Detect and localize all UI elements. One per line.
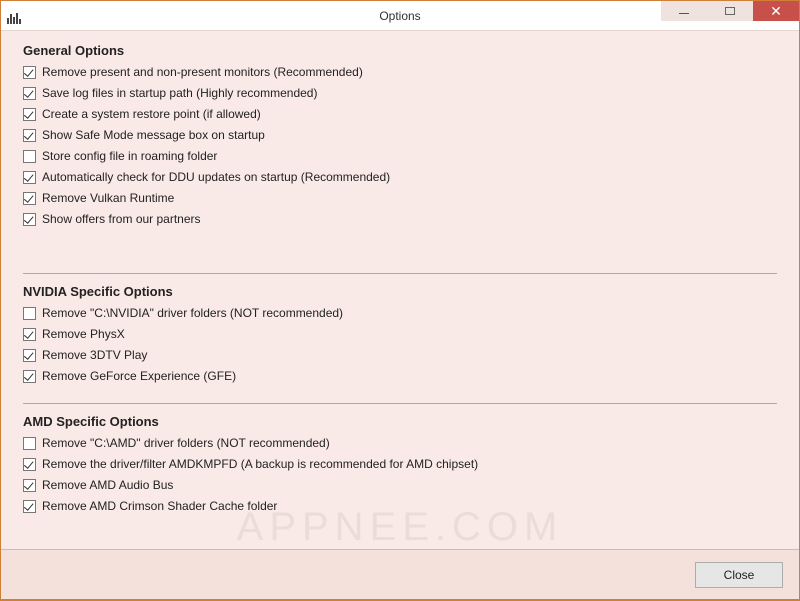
maximize-button[interactable] xyxy=(707,1,753,21)
checkbox[interactable] xyxy=(23,349,36,362)
checkbox[interactable] xyxy=(23,370,36,383)
content-area: General Options Remove present and non-p… xyxy=(1,31,799,549)
option-label: Remove AMD Crimson Shader Cache folder xyxy=(42,499,277,513)
amd-option-row: Remove the driver/filter AMDKMPFD (A bac… xyxy=(23,455,777,473)
option-label: Remove "C:\NVIDIA" driver folders (NOT r… xyxy=(42,306,343,320)
amd-options-list: Remove "C:\AMD" driver folders (NOT reco… xyxy=(23,434,777,515)
window-controls: ✕ xyxy=(661,1,799,21)
footer-bar: Close xyxy=(1,549,799,599)
option-label: Show Safe Mode message box on startup xyxy=(42,128,265,142)
general-option-row: Save log files in startup path (Highly r… xyxy=(23,84,777,102)
nvidia-option-row: Remove 3DTV Play xyxy=(23,346,777,364)
option-label: Remove "C:\AMD" driver folders (NOT reco… xyxy=(42,436,330,450)
nvidia-option-row: Remove PhysX xyxy=(23,325,777,343)
amd-option-row: Remove "C:\AMD" driver folders (NOT reco… xyxy=(23,434,777,452)
nvidia-option-row: Remove "C:\NVIDIA" driver folders (NOT r… xyxy=(23,304,777,322)
nvidia-options-heading: NVIDIA Specific Options xyxy=(23,284,777,299)
checkbox[interactable] xyxy=(23,171,36,184)
app-icon xyxy=(7,8,27,24)
checkbox[interactable] xyxy=(23,108,36,121)
divider xyxy=(23,273,777,274)
option-label: Remove the driver/filter AMDKMPFD (A bac… xyxy=(42,457,478,471)
checkbox[interactable] xyxy=(23,66,36,79)
close-icon: ✕ xyxy=(770,4,782,18)
checkbox[interactable] xyxy=(23,87,36,100)
general-option-row: Remove Vulkan Runtime xyxy=(23,189,777,207)
titlebar: Options ✕ xyxy=(1,1,799,31)
minimize-button[interactable] xyxy=(661,1,707,21)
checkbox[interactable] xyxy=(23,192,36,205)
option-label: Remove AMD Audio Bus xyxy=(42,478,173,492)
checkbox[interactable] xyxy=(23,328,36,341)
general-option-row: Show Safe Mode message box on startup xyxy=(23,126,777,144)
general-option-row: Show offers from our partners xyxy=(23,210,777,228)
checkbox[interactable] xyxy=(23,129,36,142)
option-label: Remove present and non-present monitors … xyxy=(42,65,363,79)
nvidia-option-row: Remove GeForce Experience (GFE) xyxy=(23,367,777,385)
option-label: Store config file in roaming folder xyxy=(42,149,217,163)
option-label: Automatically check for DDU updates on s… xyxy=(42,170,390,184)
general-option-row: Remove present and non-present monitors … xyxy=(23,63,777,81)
amd-option-row: Remove AMD Crimson Shader Cache folder xyxy=(23,497,777,515)
general-option-row: Automatically check for DDU updates on s… xyxy=(23,168,777,186)
window-close-button[interactable]: ✕ xyxy=(753,1,799,21)
options-window: Options ✕ General Options Remove present… xyxy=(1,1,799,599)
close-button-label: Close xyxy=(724,568,755,582)
maximize-icon xyxy=(725,7,735,15)
general-option-row: Create a system restore point (if allowe… xyxy=(23,105,777,123)
checkbox[interactable] xyxy=(23,150,36,163)
minimize-icon xyxy=(679,13,689,14)
checkbox[interactable] xyxy=(23,213,36,226)
option-label: Save log files in startup path (Highly r… xyxy=(42,86,317,100)
divider xyxy=(23,403,777,404)
close-button[interactable]: Close xyxy=(695,562,783,588)
general-options-list: Remove present and non-present monitors … xyxy=(23,63,777,228)
option-label: Remove PhysX xyxy=(42,327,125,341)
general-options-heading: General Options xyxy=(23,43,777,58)
checkbox[interactable] xyxy=(23,437,36,450)
checkbox[interactable] xyxy=(23,500,36,513)
option-label: Remove 3DTV Play xyxy=(42,348,147,362)
option-label: Show offers from our partners xyxy=(42,212,201,226)
amd-options-heading: AMD Specific Options xyxy=(23,414,777,429)
checkbox[interactable] xyxy=(23,479,36,492)
option-label: Remove GeForce Experience (GFE) xyxy=(42,369,236,383)
checkbox[interactable] xyxy=(23,307,36,320)
option-label: Create a system restore point (if allowe… xyxy=(42,107,261,121)
checkbox[interactable] xyxy=(23,458,36,471)
nvidia-options-list: Remove "C:\NVIDIA" driver folders (NOT r… xyxy=(23,304,777,385)
general-option-row: Store config file in roaming folder xyxy=(23,147,777,165)
option-label: Remove Vulkan Runtime xyxy=(42,191,174,205)
amd-option-row: Remove AMD Audio Bus xyxy=(23,476,777,494)
